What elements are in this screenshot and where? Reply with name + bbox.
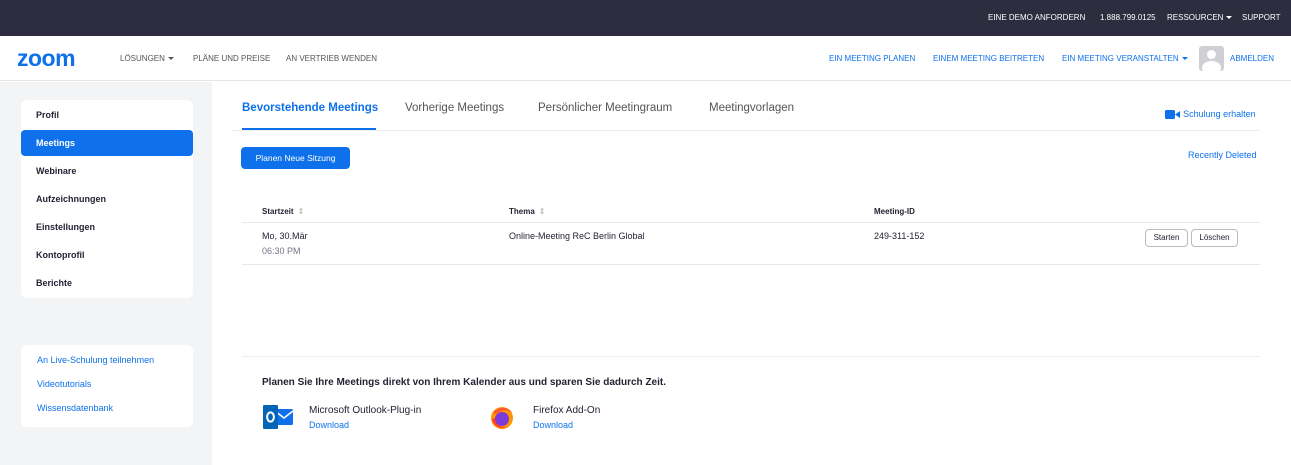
firefox-addon-name: Firefox Add-On — [533, 405, 601, 416]
meeting-id: 249-311-152 — [874, 231, 925, 241]
schedule-new-meeting-button[interactable]: Planen Neue Sitzung — [241, 147, 350, 169]
get-training-label: Schulung erhalten — [1183, 109, 1256, 120]
chevron-down-icon — [1226, 16, 1233, 20]
join-meeting-link[interactable]: EINEM MEETING BEITRETEN — [933, 36, 1044, 81]
avatar[interactable] — [1199, 46, 1224, 71]
contact-sales-link[interactable]: AN VERTRIEB WENDEN — [286, 36, 377, 81]
get-training-link[interactable]: Schulung erhalten — [1165, 108, 1256, 120]
tab-personal-meeting-room[interactable]: Persönlicher Meetingraum — [538, 102, 672, 114]
main-nav: zoom LÖSUNGEN PLÄNE UND PREISE AN VERTRI… — [0, 36, 1291, 81]
top-utility-bar: EINE DEMO ANFORDERN 1.888.799.0125 RESSO… — [0, 0, 1291, 36]
solutions-label: LÖSUNGEN — [120, 54, 165, 63]
sidebar-item-profile[interactable]: Profil — [21, 102, 193, 128]
schedule-meeting-link[interactable]: EIN MEETING PLANEN — [829, 36, 915, 81]
knowledge-base-link[interactable]: Wissensdatenbank — [37, 403, 113, 413]
start-meeting-button[interactable]: Starten — [1145, 229, 1188, 247]
outlook-icon — [263, 405, 294, 429]
sign-out-link[interactable]: ABMELDEN — [1230, 36, 1274, 81]
plans-link[interactable]: PLÄNE UND PREISE — [193, 36, 270, 81]
video-camera-icon — [1165, 109, 1180, 119]
sort-icon: ⇕ — [538, 207, 546, 216]
tab-previous-meetings[interactable]: Vorherige Meetings — [405, 102, 504, 114]
meeting-topic-link[interactable]: Online-Meeting ReC Berlin Global — [509, 231, 645, 241]
sort-icon: ⇕ — [297, 207, 305, 216]
video-tutorials-link[interactable]: Videotutorials — [37, 379, 91, 389]
chevron-down-icon — [1181, 57, 1188, 61]
calendar-plugins-title: Planen Sie Ihre Meetings direkt von Ihre… — [262, 377, 666, 388]
host-meeting-label: EIN MEETING VERANSTALTEN — [1062, 54, 1179, 63]
sidebar-item-settings[interactable]: Einstellungen — [21, 214, 193, 240]
column-header-start[interactable]: Startzeit ⇕ — [262, 207, 304, 216]
solutions-menu[interactable]: LÖSUNGEN — [120, 36, 174, 81]
firefox-download-link[interactable]: Download — [533, 420, 573, 430]
sidebar-item-webinars[interactable]: Webinare — [21, 158, 193, 184]
tab-upcoming-meetings[interactable]: Bevorstehende Meetings — [242, 102, 378, 114]
table-header-divider — [242, 222, 1260, 223]
chevron-down-icon — [167, 57, 174, 61]
column-header-topic[interactable]: Thema ⇕ — [509, 207, 546, 216]
column-header-start-label: Startzeit — [262, 207, 294, 216]
recently-deleted-link[interactable]: Recently Deleted — [1188, 150, 1257, 160]
support-link[interactable]: SUPPORT — [1242, 0, 1281, 36]
tabs-divider — [232, 130, 1260, 131]
sidebar-nav-card: Profil Meetings Webinare Aufzeichnungen … — [21, 100, 193, 298]
column-header-meeting-id: Meeting-ID — [874, 207, 915, 216]
table-row-divider — [242, 264, 1260, 265]
sidebar-item-recordings[interactable]: Aufzeichnungen — [21, 186, 193, 212]
zoom-logo-mark: zoom — [17, 45, 76, 71]
sidebar: Profil Meetings Webinare Aufzeichnungen … — [0, 82, 212, 465]
sidebar-item-account-profile[interactable]: Kontoprofil — [21, 242, 193, 268]
request-demo-link[interactable]: EINE DEMO ANFORDERN — [988, 0, 1085, 36]
firefox-icon — [491, 407, 513, 429]
tab-meeting-templates[interactable]: Meetingvorlagen — [709, 102, 794, 114]
sidebar-help-card: An Live-Schulung teilnehmen Videotutoria… — [21, 345, 193, 427]
meeting-time: 06:30 PM — [262, 246, 301, 256]
phone-number: 1.888.799.0125 — [1100, 13, 1156, 22]
resources-label: RESSOURCEN — [1167, 13, 1224, 22]
outlook-download-link[interactable]: Download — [309, 420, 349, 430]
delete-meeting-button[interactable]: Löschen — [1191, 229, 1238, 247]
resources-menu[interactable]: RESSOURCEN — [1167, 0, 1233, 36]
zoom-logo[interactable]: zoom — [17, 45, 97, 73]
svg-text:zoom: zoom — [17, 48, 75, 70]
sidebar-item-reports[interactable]: Berichte — [21, 270, 193, 296]
outlook-plugin-name: Microsoft Outlook-Plug-in — [309, 405, 422, 416]
meeting-date: Mo, 30.Mär — [262, 231, 308, 241]
sidebar-item-meetings[interactable]: Meetings — [21, 130, 193, 156]
section-divider — [242, 356, 1260, 357]
live-training-link[interactable]: An Live-Schulung teilnehmen — [37, 355, 154, 365]
column-header-topic-label: Thema — [509, 207, 535, 216]
host-meeting-menu[interactable]: EIN MEETING VERANSTALTEN — [1062, 36, 1188, 81]
